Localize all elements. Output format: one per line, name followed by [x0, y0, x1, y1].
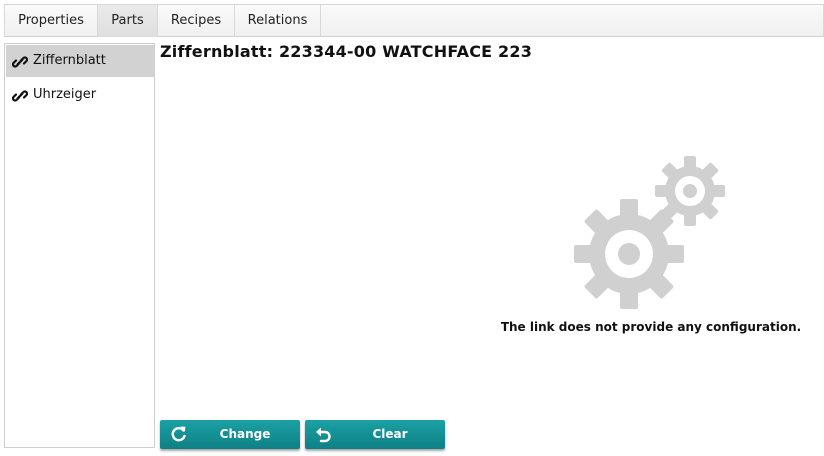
tab-properties[interactable]: Properties	[5, 5, 98, 37]
clear-button[interactable]: Clear	[305, 420, 445, 449]
sidebar-item-label: Ziffernblatt	[33, 53, 106, 68]
clear-button-label: Clear	[372, 427, 408, 441]
undo-icon	[316, 427, 331, 443]
change-button[interactable]: Change	[160, 420, 300, 449]
tab-bar: Properties Parts Recipes Relations	[4, 4, 824, 37]
tab-recipes[interactable]: Recipes	[158, 5, 235, 37]
sidebar-item-ziffernblatt[interactable]: Ziffernblatt	[6, 45, 154, 77]
parts-list: Ziffernblatt Uhrzeiger	[4, 43, 155, 448]
sidebar-item-label: Uhrzeiger	[33, 87, 97, 102]
tab-relations[interactable]: Relations	[235, 5, 321, 37]
page-title: Ziffernblatt: 223344-00 WATCHFACE 223	[160, 42, 533, 61]
sidebar-item-uhrzeiger[interactable]: Uhrzeiger	[6, 79, 154, 111]
change-button-label: Change	[219, 427, 271, 441]
tab-parts[interactable]: Parts	[98, 5, 158, 37]
link-icon	[12, 56, 28, 68]
link-icon	[12, 90, 28, 102]
gears-icon	[572, 154, 732, 318]
empty-state-message: The link does not provide any configurat…	[500, 320, 802, 334]
refresh-icon	[171, 426, 186, 442]
